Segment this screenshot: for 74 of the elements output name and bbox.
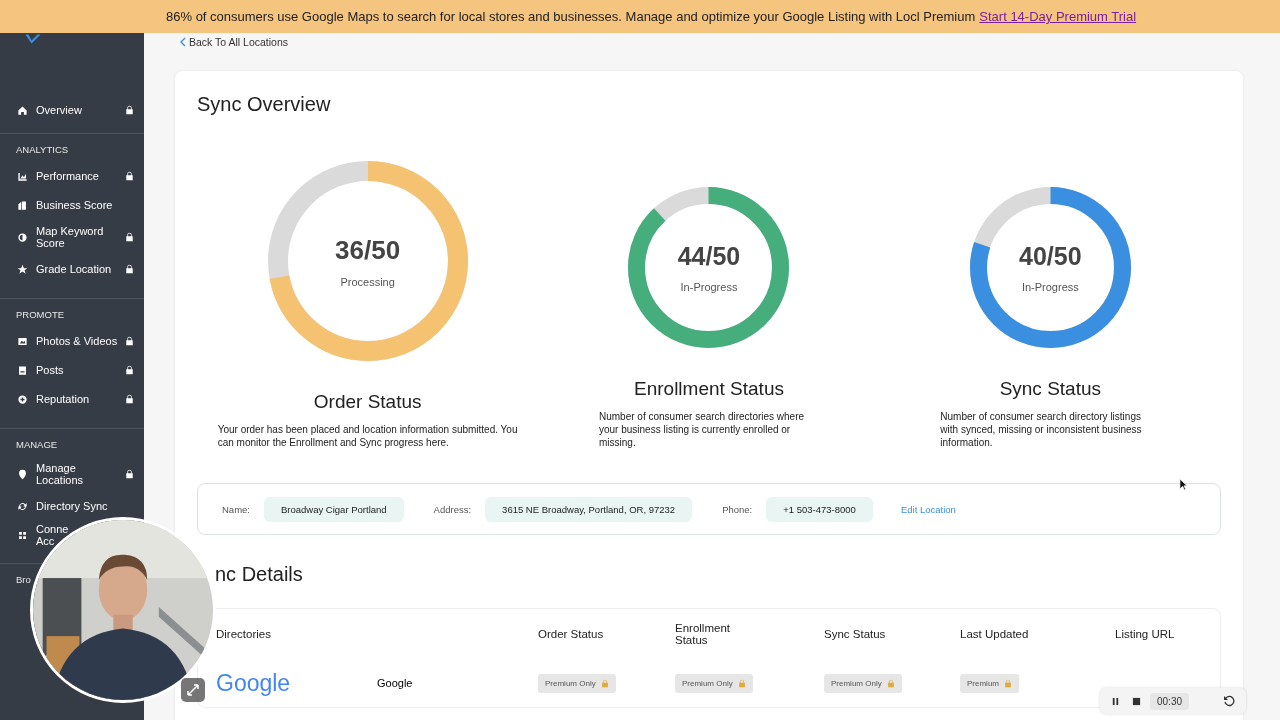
sidebar-item[interactable]: Overview <box>0 96 144 125</box>
column-header: Enrollment Status <box>675 622 731 646</box>
chevron-left-icon <box>180 37 186 47</box>
field-value: 3615 NE Broadway, Portland, OR, 97232 <box>485 496 693 522</box>
edit-location-link[interactable]: Edit Location <box>900 503 956 515</box>
lock-icon <box>1004 678 1012 688</box>
sidebar-item[interactable]: Photos & Videos <box>0 327 144 356</box>
donut-state: In-Progress <box>1021 281 1079 293</box>
status-title: Order Status <box>313 391 422 413</box>
expand-icon <box>187 684 199 696</box>
sidebar-item[interactable]: Manage Locations <box>0 457 144 492</box>
nav-icon <box>17 468 28 480</box>
column-header: Order Status <box>538 628 605 640</box>
field-label: Phone: <box>722 503 753 515</box>
nav-icon <box>17 529 28 541</box>
nav-icon <box>17 263 28 275</box>
stop-icon <box>1132 696 1141 706</box>
lock-icon <box>886 678 895 688</box>
section-header: PROMOTE <box>15 309 66 322</box>
directory-logo: Google <box>216 669 292 697</box>
section-header: ANALYTICS <box>15 144 70 157</box>
sidebar-item[interactable]: Posts <box>0 356 144 385</box>
lock-icon <box>737 678 746 688</box>
section-header: Bro <box>15 574 32 587</box>
column-header: Directories <box>216 628 272 640</box>
nav-icon <box>17 500 28 512</box>
nav-icon <box>17 199 28 211</box>
field-label: Address: <box>433 503 472 515</box>
sidebar-item[interactable]: Reputation <box>0 385 144 414</box>
lock-icon <box>600 678 609 688</box>
sidebar-item[interactable]: Conne Acc <box>0 521 70 549</box>
nav-icon <box>17 393 28 405</box>
premium-badge: Premium Only <box>538 673 616 693</box>
column-header: Listing URL <box>1115 628 1176 640</box>
donut-state: Processing <box>340 275 395 288</box>
promo-text: 86% of consumers use Google Maps to search for local stores and businesses. Manage and optimize your Google Listing with Locl Premium <box>166 9 976 24</box>
premium-badge: Premium <box>960 673 1019 693</box>
back-link[interactable]: Back To All Locations <box>180 36 289 48</box>
donut-count: 44/50 <box>677 242 741 271</box>
status-description: Number of consumer search directory listings with synced, missing or inconsistent business information. <box>940 410 1143 449</box>
status-title: Enrollment Status <box>634 378 784 400</box>
premium-badge: Premium Only <box>824 673 902 693</box>
nav-icon <box>17 364 28 376</box>
recording-time: 00:30 <box>1150 692 1190 710</box>
status-title: Sync Status <box>999 378 1101 400</box>
section-title: Sync Overview <box>197 93 332 116</box>
trial-link[interactable]: Start 14-Day Premium Trial <box>979 9 1137 24</box>
restart-icon <box>1223 695 1235 707</box>
pause-icon <box>1111 696 1120 706</box>
column-header: Last Updated <box>960 628 1030 640</box>
donut-state: In-Progress <box>680 281 738 293</box>
nav-icon <box>17 335 28 347</box>
nav-icon <box>17 170 28 182</box>
sidebar-item[interactable]: Grade Location <box>0 255 144 284</box>
nav-icon <box>17 231 28 243</box>
nav-icon <box>17 104 28 116</box>
section-title: nc Details <box>215 563 304 586</box>
status-description: Your order has been placed and location information submitted. You can monitor the Enrollment and Sync progress here. <box>217 423 518 449</box>
sidebar-item[interactable]: Business Score <box>0 191 144 220</box>
section-header: MANAGE <box>15 439 59 452</box>
field-label: Name: <box>222 503 250 515</box>
donut-count: 40/50 <box>1019 242 1082 271</box>
sidebar-item[interactable]: Performance <box>0 162 144 191</box>
expand-button[interactable] <box>181 678 205 702</box>
table-cell-text: Google <box>377 677 414 689</box>
column-header: Sync Status <box>824 628 887 640</box>
donut-count: 36/50 <box>335 234 401 266</box>
field-value: Broadway Cigar Portland <box>264 496 404 522</box>
status-description: Number of consumer search directories where your business listing is currently enrolled or missing. <box>599 410 806 449</box>
sidebar-item[interactable]: Directory Sync <box>0 492 144 521</box>
field-value: +1 503-473-8000 <box>766 496 873 522</box>
premium-badge: Premium Only <box>675 673 753 693</box>
sidebar-item[interactable]: Map Keyword Score <box>0 220 144 255</box>
cursor-icon <box>1179 478 1188 491</box>
